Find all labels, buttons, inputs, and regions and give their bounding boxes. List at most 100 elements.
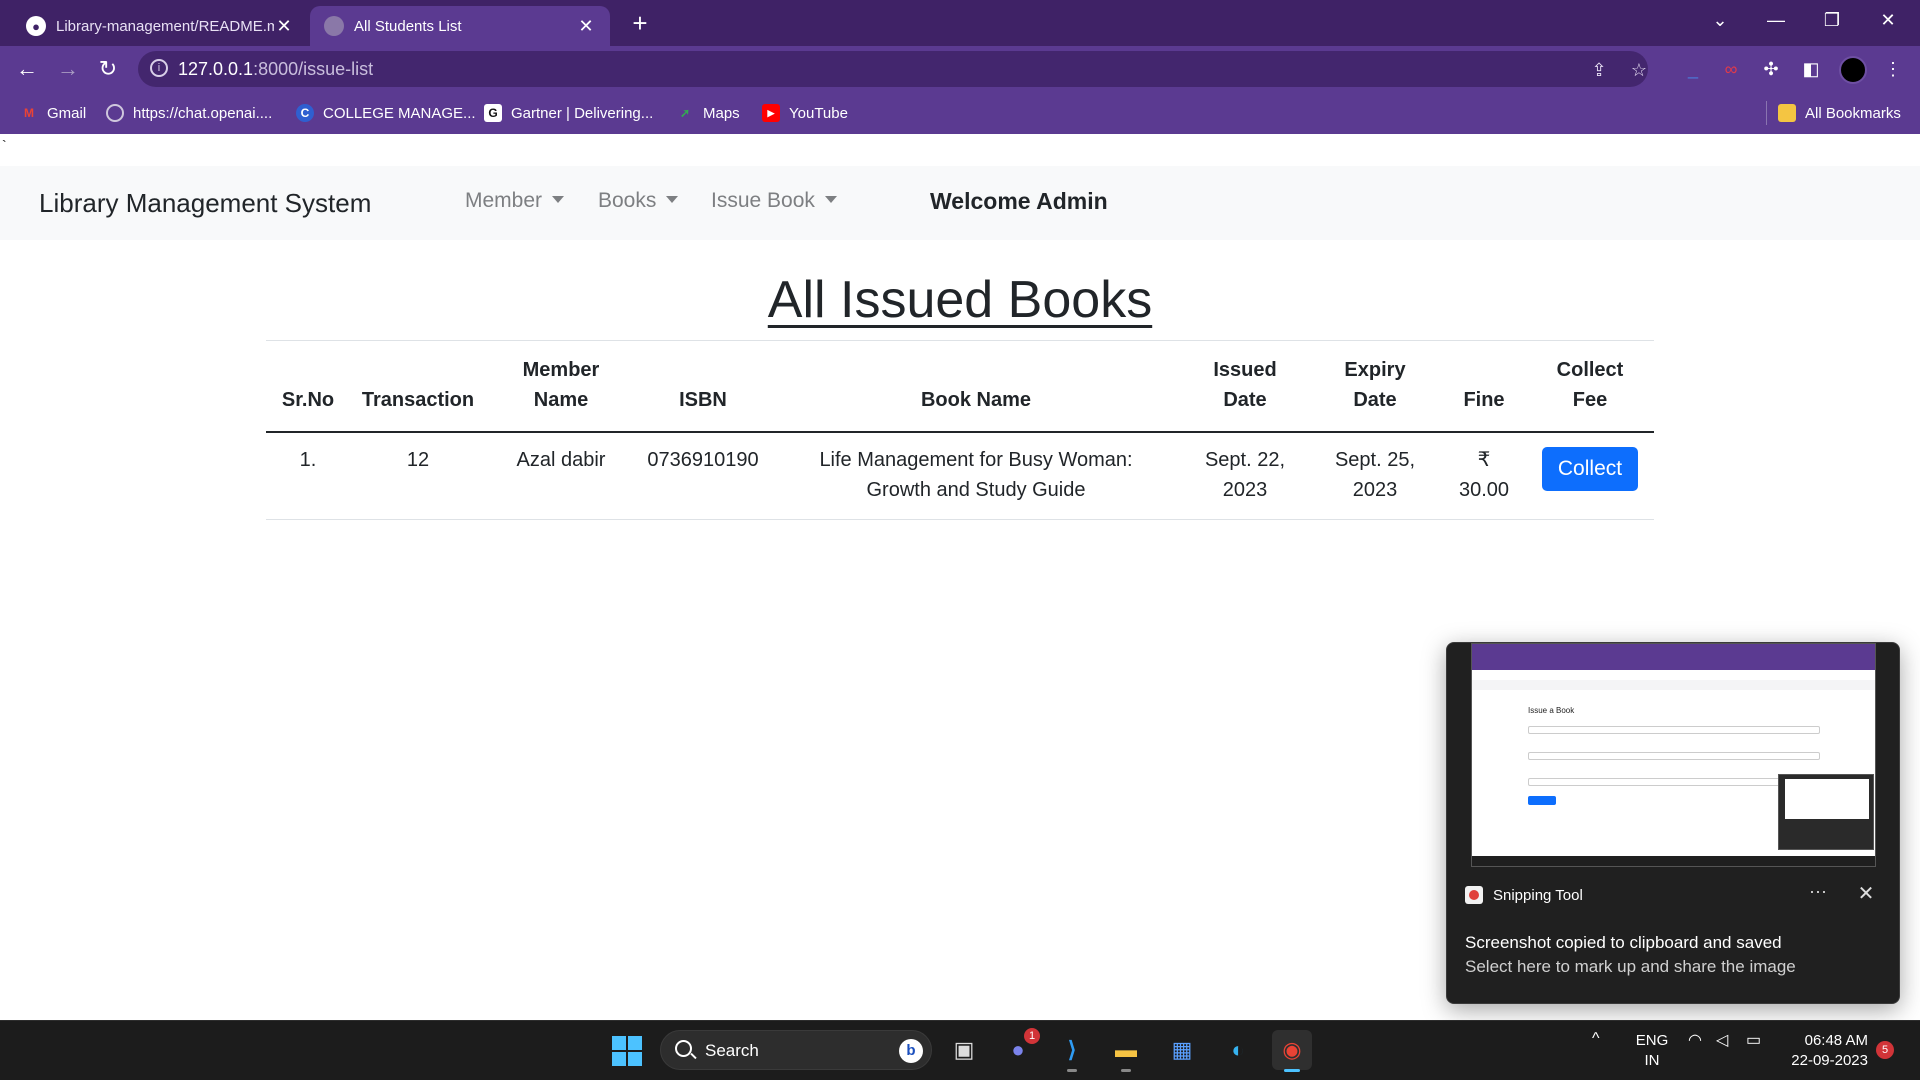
language-indicator[interactable]: ENG IN	[1630, 1031, 1674, 1071]
tab-title: All Students List	[354, 17, 462, 35]
thumbnail-title: Issue a Book	[1528, 706, 1575, 715]
page-title: All Issued Books	[767, 271, 1153, 329]
teams-badge: 1	[1024, 1028, 1040, 1044]
extensions-puzzle-icon[interactable]: ✣	[1758, 58, 1784, 84]
header-issued-date: Issued Date	[1182, 340, 1308, 433]
tab-title: Library-management/README.m	[56, 17, 274, 35]
nav-dropdown-issue-book[interactable]: Issue Book	[711, 189, 837, 213]
nav-dropdown-member[interactable]: Member	[465, 189, 565, 213]
browser-toolbar: ← → ↻ i 127.0.0.1:8000/issue-list ⇪ ☆ _ …	[0, 46, 1920, 92]
table-row: 1. 12 Azal dabir 0736910190 Life Managem…	[266, 432, 1654, 520]
youtube-icon: ▶	[762, 104, 780, 122]
caret-down-icon	[552, 195, 565, 203]
snipping-tool-icon	[1465, 886, 1483, 904]
gartner-icon: G	[484, 104, 502, 122]
more-options-icon[interactable]: ···	[1803, 881, 1833, 902]
thumbnail-browser-bar	[1472, 644, 1875, 670]
close-icon[interactable]: ✕	[1853, 881, 1879, 906]
github-icon: ●	[26, 16, 46, 36]
new-tab-button[interactable]: +	[624, 6, 656, 40]
tab-search-chevron-icon[interactable]: ⌄	[1692, 0, 1748, 42]
issued-books-table-container: Sr.No Transaction Member Name ISBN Book N…	[266, 340, 1654, 520]
thumbnail-field	[1528, 778, 1820, 786]
running-indicator	[1067, 1069, 1077, 1072]
edge-icon[interactable]: ◐	[1218, 1030, 1258, 1070]
extension-loading-icon[interactable]: _	[1680, 58, 1706, 84]
running-indicator	[1284, 1069, 1300, 1072]
nav-dropdown-books[interactable]: Books	[598, 189, 679, 213]
cell-issued-date: Sept. 22, 2023	[1182, 432, 1308, 520]
thumbnail-field	[1528, 752, 1820, 760]
toast-app-name: Snipping Tool	[1493, 887, 1583, 904]
snipping-tool-notification[interactable]: Issue a Book Snipping Tool ··· ✕ Screens…	[1446, 642, 1900, 1004]
close-window-button[interactable]: ✕	[1860, 0, 1916, 42]
url-text: 127.0.0.1:8000/issue-list	[178, 59, 374, 79]
bookmarks-divider	[1766, 101, 1767, 125]
header-member-name: Member Name	[486, 340, 636, 433]
bing-icon[interactable]: b	[899, 1039, 923, 1063]
teams-chat-icon[interactable]: ● 1	[998, 1028, 1040, 1070]
notification-badge[interactable]: 5	[1876, 1041, 1894, 1059]
forward-button[interactable]: →	[52, 54, 84, 84]
bookmark-star-icon[interactable]: ☆	[1626, 57, 1652, 83]
caret-down-icon	[824, 195, 837, 203]
stray-character: `	[2, 137, 7, 153]
wifi-icon[interactable]: ◠	[1688, 1030, 1702, 1050]
thumbnail-field	[1528, 726, 1820, 734]
bookmark-youtube[interactable]: ▶ YouTube	[762, 102, 848, 124]
header-expiry-date: Expiry Date	[1308, 340, 1442, 433]
address-bar[interactable]: i 127.0.0.1:8000/issue-list ⇪ ☆	[138, 51, 1648, 87]
header-isbn: ISBN	[636, 340, 770, 433]
screenshot-thumbnail[interactable]: Issue a Book	[1471, 643, 1876, 867]
site-navbar: Library Management System Member Books I…	[0, 166, 1920, 240]
microsoft-store-icon[interactable]: ▦	[1162, 1030, 1202, 1070]
task-view-icon[interactable]: ▣	[944, 1030, 984, 1070]
volume-icon[interactable]: ◁	[1716, 1030, 1728, 1050]
bookmark-chatgpt[interactable]: https://chat.openai....	[106, 102, 272, 124]
header-sr-no: Sr.No	[266, 340, 350, 433]
extension-icon[interactable]: ∞	[1718, 58, 1744, 84]
close-tab-icon[interactable]: ✕	[274, 16, 294, 37]
tab-all-students-list[interactable]: All Students List ✕	[310, 6, 610, 46]
bookmarks-bar: M Gmail https://chat.openai.... C COLLEGE …	[0, 92, 1920, 134]
battery-icon[interactable]: ▭	[1746, 1030, 1761, 1050]
globe-icon	[324, 16, 344, 36]
show-hidden-icons-chevron[interactable]: ^	[1592, 1030, 1600, 1048]
navbar-brand[interactable]: Library Management System	[39, 188, 371, 219]
collect-button[interactable]: Collect	[1541, 447, 1639, 491]
close-tab-icon[interactable]: ✕	[576, 16, 596, 37]
vscode-icon[interactable]: ⟩	[1052, 1030, 1092, 1072]
cell-expiry-date: Sept. 25, 2023	[1308, 432, 1442, 520]
all-bookmarks[interactable]: All Bookmarks	[1778, 102, 1901, 124]
search-icon	[675, 1040, 692, 1057]
bookmark-gmail[interactable]: M Gmail	[20, 102, 86, 124]
back-button[interactable]: ←	[11, 54, 43, 84]
header-transaction: Transaction	[350, 340, 486, 433]
taskbar-search[interactable]: Search b	[660, 1030, 932, 1070]
side-panel-icon[interactable]: ◧	[1798, 58, 1824, 84]
site-info-icon[interactable]: i	[150, 59, 168, 77]
minimize-button[interactable]: —	[1748, 0, 1804, 42]
thumbnail-nested-page	[1785, 779, 1869, 819]
folder-icon	[1778, 104, 1796, 122]
system-clock[interactable]: 06:48 AM 22-09-2023	[1780, 1031, 1868, 1071]
restore-button[interactable]: ❐	[1804, 0, 1860, 42]
bookmark-maps[interactable]: ➚ Maps	[676, 102, 740, 124]
issued-books-table: Sr.No Transaction Member Name ISBN Book N…	[266, 340, 1654, 520]
bookmark-gartner[interactable]: G Gartner | Delivering...	[484, 102, 653, 124]
file-explorer-icon[interactable]: ▬	[1106, 1030, 1146, 1072]
bookmark-college-manage[interactable]: C COLLEGE MANAGE...	[296, 102, 476, 124]
chrome-icon[interactable]: ◉	[1272, 1030, 1312, 1072]
thumbnail-navbar	[1472, 680, 1875, 690]
profile-avatar[interactable]	[1839, 56, 1867, 84]
tab-github-readme[interactable]: ● Library-management/README.m ✕	[12, 6, 308, 46]
reload-button[interactable]: ↻	[92, 54, 124, 84]
running-indicator	[1121, 1069, 1131, 1072]
start-button[interactable]	[612, 1036, 642, 1066]
share-icon[interactable]: ⇪	[1586, 57, 1612, 83]
cell-fine: ₹30.00	[1442, 432, 1526, 520]
menu-kebab-icon[interactable]: ⋮	[1880, 58, 1906, 84]
cell-book-name: Life Management for Busy Woman: Growth an…	[770, 432, 1182, 520]
header-book-name: Book Name	[770, 340, 1182, 433]
cell-member-name: Azal dabir	[486, 432, 636, 520]
